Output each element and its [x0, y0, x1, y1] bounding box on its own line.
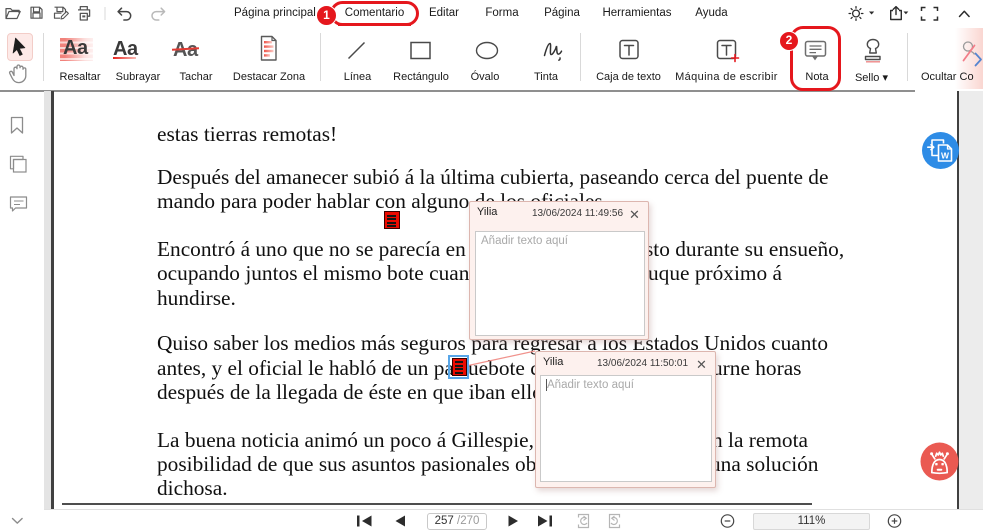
svg-text:W: W — [940, 151, 949, 161]
